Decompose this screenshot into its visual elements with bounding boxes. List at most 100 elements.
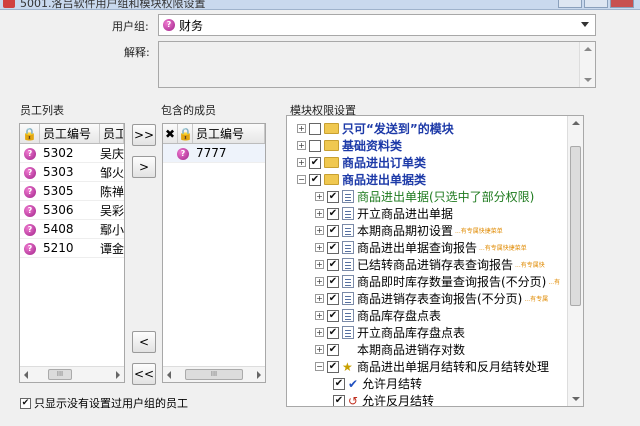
report-icon [342,241,354,254]
employee-id: 5210 [43,241,74,255]
member-id: 7777 [196,146,227,160]
tree-node[interactable]: ✔ ↺ 允许反月结转 [333,392,434,407]
members-grid[interactable]: ✖ 🔒 员工编号 ? 7777 III [162,123,266,383]
table-row[interactable]: ? 7777 [163,144,265,163]
tree-vscrollbar[interactable] [567,116,583,406]
folder-icon [324,140,339,151]
table-row[interactable]: ? 5408 鄢小 [20,220,124,239]
scroll-thumb[interactable]: III [48,369,72,380]
employee-grid-header: 🔒 员工编号 员工 [20,124,124,144]
employee-name: 邹火 [100,165,124,180]
report-icon [342,258,354,271]
remove-all-button[interactable]: << [132,363,156,385]
tree-node[interactable]: + ✔ 商品进出单据(只选中了部分权限) [315,188,534,205]
star-icon: ★ [342,359,353,374]
user-icon: ? [24,204,36,217]
employee-id: 5305 [43,184,74,198]
tree-node[interactable]: + ✔ 商品库存盘点表 [315,307,441,324]
lock-icon: 🔒 [178,124,193,143]
scroll-left-icon[interactable] [167,371,171,379]
scroll-thumb[interactable] [570,146,581,306]
delete-icon[interactable]: ✖ [163,124,178,143]
table-row[interactable]: ? 5302 吴庆 [20,144,124,163]
col-member-id[interactable]: 员工编号 [193,124,265,143]
lock-icon: 🔒 [20,124,40,143]
tree-node[interactable]: + ✔ 商品即时库存数量查询报告(不分页) ...有 [315,273,560,290]
settings-icon [342,224,354,237]
add-button[interactable]: > [132,156,156,178]
close-button[interactable] [610,0,634,8]
only-unassigned-label: 只显示没有设置过用户组的员工 [34,397,188,410]
employee-name: 吴彩 [100,203,124,218]
employee-name: 吴庆 [100,146,124,161]
folder-open-icon [324,174,339,185]
user-icon: ? [24,242,36,255]
scroll-down-icon[interactable] [572,397,580,401]
col-employee-name[interactable]: 员工 [100,124,124,143]
tree-node[interactable]: + ✔ 商品进出订单类 [297,154,426,171]
document-icon [342,190,354,203]
employee-id: 5303 [43,165,74,179]
remove-button[interactable]: < [132,331,156,353]
scroll-up-icon[interactable] [572,121,580,125]
user-icon: ? [24,147,36,160]
col-employee-id[interactable]: 员工编号 [40,124,100,143]
user-group-icon: ? [163,19,175,31]
members-hscrollbar[interactable]: III [163,366,265,382]
employee-name: 鄢小 [100,222,124,237]
inventory-icon [342,309,354,322]
user-icon: ? [177,147,189,160]
group-label: 用户组: [112,20,149,33]
table-row[interactable]: ? 5303 邹火 [20,163,124,182]
employee-hscrollbar[interactable]: III [20,366,124,382]
maximize-button[interactable] [584,0,608,8]
tree-node[interactable]: + ✔ 开立商品库存盘点表 [315,324,465,341]
report-icon [342,292,354,305]
table-row[interactable]: ? 5210 谭金 [20,239,124,258]
scroll-right-icon[interactable] [116,371,120,379]
user-icon: ? [24,223,36,236]
tree-node[interactable]: + 基础资料类 [297,137,402,154]
tree-node[interactable]: + ✔ 商品进销存表查询报告(不分页) ...有专属 [315,290,548,307]
tree-node[interactable]: + 只可“发送到”的模块 [297,120,454,137]
title-bar: 5001.洛吕软件用户组和模块权限设置 [0,0,640,10]
minimize-button[interactable] [558,0,582,8]
group-select[interactable]: ? 财务 [158,14,596,36]
employee-id: 5302 [43,146,74,160]
employee-name: 谭金 [100,241,124,256]
desc-scrollbar[interactable] [579,42,595,87]
tree-node[interactable]: − ✔ 商品进出单据类 [297,171,426,188]
scroll-left-icon[interactable] [24,371,28,379]
table-row[interactable]: ? 5306 吴彩 [20,201,124,220]
user-icon: ? [24,185,36,198]
desc-textarea[interactable] [158,41,596,88]
chevron-down-icon[interactable] [581,22,589,27]
table-row[interactable]: ? 5305 陈禅 [20,182,124,201]
scroll-right-icon[interactable] [257,371,261,379]
tree-node[interactable]: ✔ ✔ 允许月结转 [333,375,422,392]
window-controls [558,0,634,8]
tree-node[interactable]: + ✔ 本期商品期初设置 ...有专属快捷菜单 [315,222,503,239]
undo-icon: ↺ [348,393,359,407]
tree-node[interactable]: − ✔ ★ 商品进出单据月结转和反月结转处理 [315,358,549,375]
members-title: 包含的成员 [161,104,216,117]
members-grid-header: ✖ 🔒 员工编号 [163,124,265,144]
tree-node[interactable]: + ✔ 开立商品进出单据 [315,205,453,222]
app-icon [3,0,15,8]
scroll-thumb[interactable]: III [185,369,243,380]
tree-node[interactable]: + ✔ 已结转商品进销存表查询报告 ...有专属快 [315,256,545,273]
employee-grid[interactable]: 🔒 员工编号 员工 ? 5302 吴庆 ? 5303 邹火 ? 5305 陈禅 ? 5306 吴… [19,123,125,383]
only-unassigned-checkbox[interactable]: ✔ 只显示没有设置过用户组的员工 [20,395,188,411]
module-permission-tree[interactable]: + 只可“发送到”的模块 + 基础资料类 + ✔ 商品进出订单类 − ✔ 商品进出单据类 +… [286,115,584,407]
employee-list-title: 员工列表 [20,104,64,117]
tree-node[interactable]: + ✔ 本期商品进销存对数 [315,341,465,358]
checkmark-icon: ✔ [348,376,359,391]
employee-id: 5408 [43,222,74,236]
folder-icon [324,157,339,168]
employee-id: 5306 [43,203,74,217]
user-icon: ? [24,166,36,179]
group-select-value: 财务 [179,18,204,33]
add-all-button[interactable]: >> [132,124,156,146]
desc-label: 解释: [124,46,150,59]
tree-node[interactable]: + ✔ 商品进出单据查询报告 ...有专属快捷菜单 [315,239,527,256]
